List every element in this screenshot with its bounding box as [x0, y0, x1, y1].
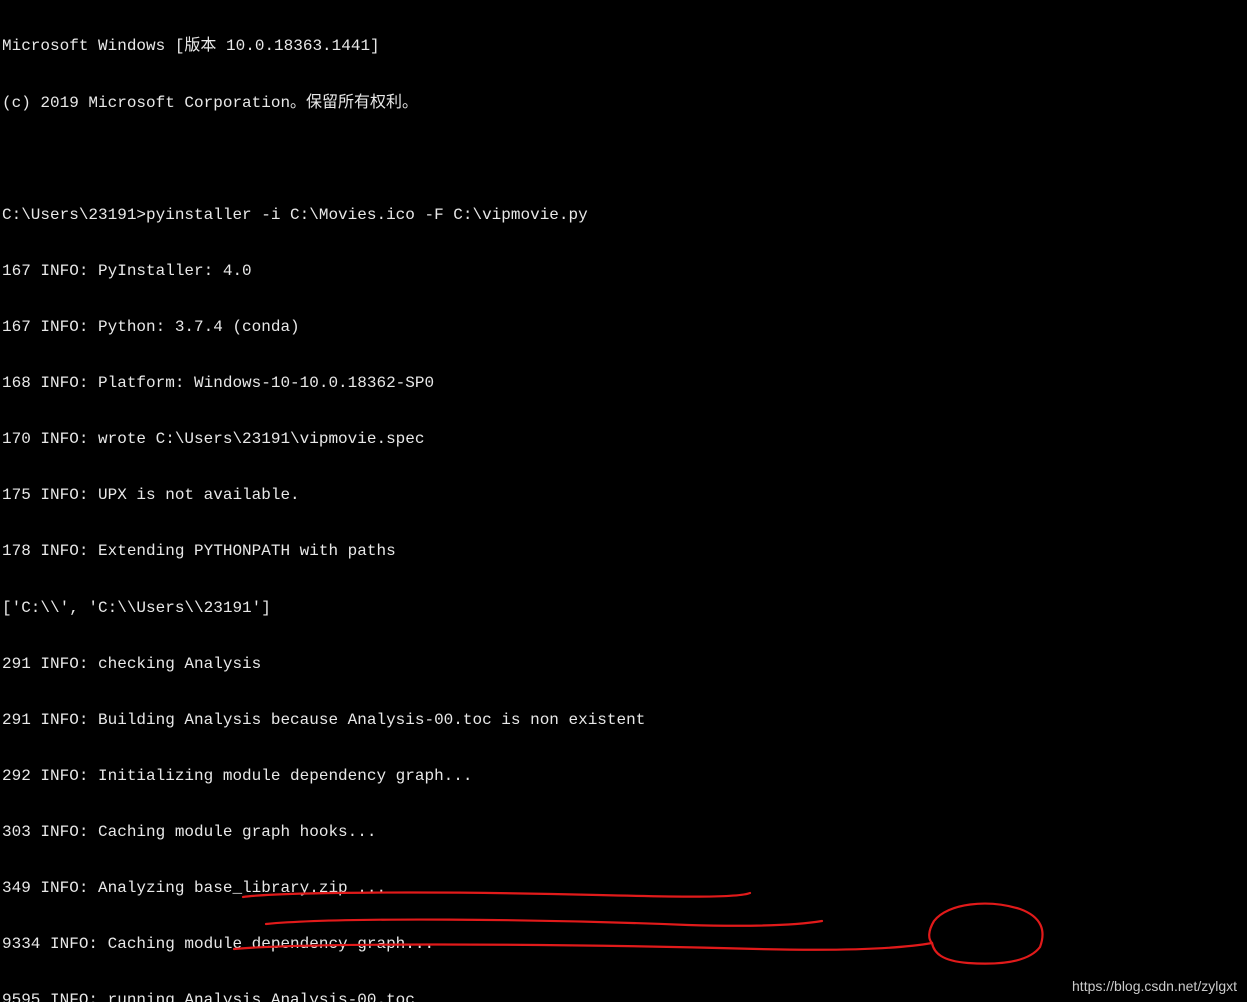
- output-line: 349 INFO: Analyzing base_library.zip ...: [0, 879, 1247, 898]
- header-line: (c) 2019 Microsoft Corporation。保留所有权利。: [0, 94, 1247, 113]
- output-line: 175 INFO: UPX is not available.: [0, 486, 1247, 505]
- output-line: ['C:\\', 'C:\\Users\\23191']: [0, 599, 1247, 618]
- output-line: 170 INFO: wrote C:\Users\23191\vipmovie.…: [0, 430, 1247, 449]
- terminal-window[interactable]: Microsoft Windows [版本 10.0.18363.1441] (…: [0, 0, 1247, 1002]
- output-line: 291 INFO: checking Analysis: [0, 655, 1247, 674]
- header-line: Microsoft Windows [版本 10.0.18363.1441]: [0, 37, 1247, 56]
- output-line: 291 INFO: Building Analysis because Anal…: [0, 711, 1247, 730]
- output-line: 292 INFO: Initializing module dependency…: [0, 767, 1247, 786]
- command-prompt: C:\Users\23191>pyinstaller -i C:\Movies.…: [0, 206, 1247, 225]
- output-line: 168 INFO: Platform: Windows-10-10.0.1836…: [0, 374, 1247, 393]
- blank-line: [0, 150, 1247, 169]
- output-line: 167 INFO: Python: 3.7.4 (conda): [0, 318, 1247, 337]
- output-line: 178 INFO: Extending PYTHONPATH with path…: [0, 542, 1247, 561]
- output-line: 167 INFO: PyInstaller: 4.0: [0, 262, 1247, 281]
- output-line: 9595 INFO: running Analysis Analysis-00.…: [0, 991, 1247, 1002]
- watermark-text: https://blog.csdn.net/zylgxt: [1072, 977, 1237, 996]
- output-line: 303 INFO: Caching module graph hooks...: [0, 823, 1247, 842]
- output-line: 9334 INFO: Caching module dependency gra…: [0, 935, 1247, 954]
